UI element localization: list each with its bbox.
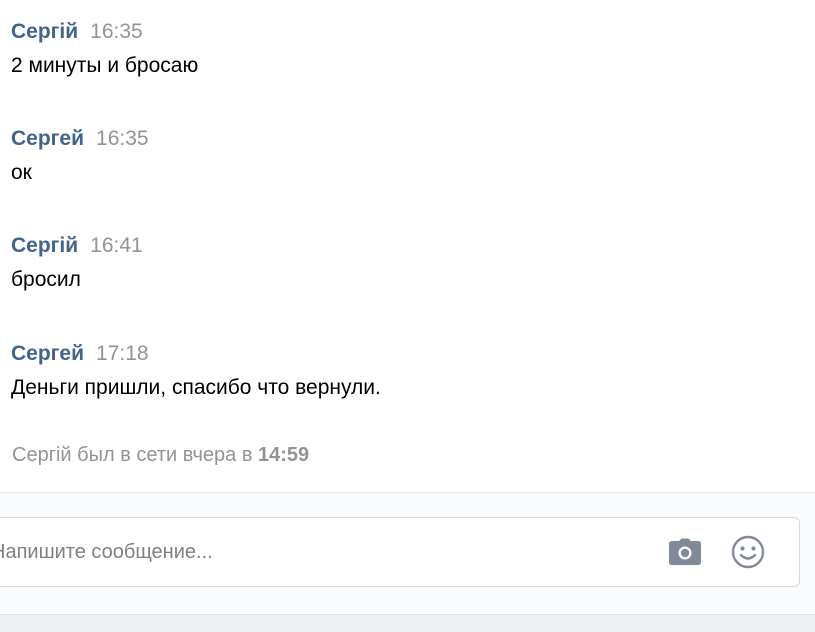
message-input[interactable] [0,518,645,586]
last-seen-status: Сергій был в сети вчера в 14:59 [12,444,309,467]
message-time[interactable]: 16:41 [90,234,143,258]
message-item: Сергій 16:41 бросил [11,234,143,292]
message-item: Сергей 17:18 Деньги пришли, спасибо что … [11,342,381,400]
message-time[interactable]: 16:35 [90,20,143,44]
message-time[interactable]: 17:18 [96,342,149,366]
message-author[interactable]: Сергій [11,20,78,44]
bottom-strip [0,614,815,632]
message-input-box [0,517,800,587]
message-header: Сергей 16:35 [11,127,149,153]
message-header: Сергій 16:41 [11,234,143,260]
message-header: Сергей 17:18 [11,342,381,368]
message-text: ок [11,161,32,184]
message-text: бросил [11,268,81,291]
last-seen-prefix: Сергій был в сети вчера в [12,444,258,466]
message-text: Деньги пришли, спасибо что вернули. [11,376,381,399]
emoji-button[interactable] [730,534,766,570]
composer-area [0,492,815,615]
message-author[interactable]: Сергій [11,234,78,258]
camera-icon [669,538,701,565]
message-time[interactable]: 16:35 [96,127,149,151]
message-author[interactable]: Сергей [11,342,84,366]
message-item: Сергій 16:35 2 минуты и бросаю [11,20,198,78]
message-text: 2 минуты и бросаю [11,54,199,77]
chat-window: Сергій 16:35 2 минуты и бросаю Сергей 16… [0,0,815,632]
message-author[interactable]: Сергей [11,127,84,151]
smile-icon [731,535,765,569]
message-header: Сергій 16:35 [11,20,198,46]
message-item: Сергей 16:35 ок [11,127,149,185]
attach-photo-button[interactable] [667,534,703,570]
message-history: Сергій 16:35 2 минуты и бросаю Сергей 16… [0,0,815,492]
last-seen-time: 14:59 [258,444,310,466]
